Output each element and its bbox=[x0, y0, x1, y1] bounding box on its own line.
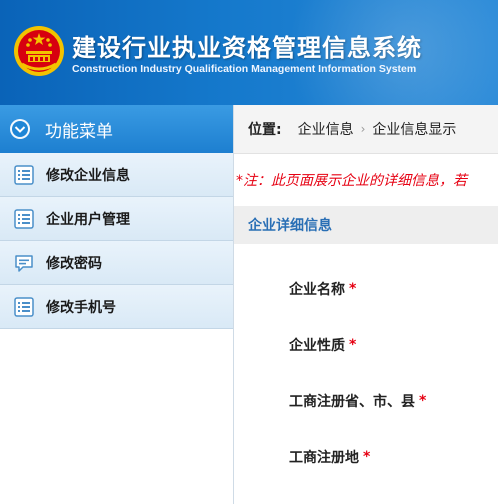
national-emblem-icon bbox=[12, 24, 66, 78]
field-label: 企业名称 bbox=[289, 282, 345, 298]
system-title: 建设行业执业资格管理信息系统 bbox=[72, 34, 422, 62]
breadcrumb-label: 位置: bbox=[248, 122, 282, 138]
breadcrumb: 位置: 企业信息 › 企业信息显示 bbox=[234, 105, 498, 154]
field-registration-address: 工商注册地 * bbox=[234, 429, 498, 485]
notice-text: *注：此页面展示企业的详细信息，若 bbox=[236, 173, 467, 189]
list-icon bbox=[14, 164, 34, 185]
breadcrumb-separator: › bbox=[360, 122, 366, 136]
sidebar-item-label: 修改企业信息 bbox=[46, 167, 130, 184]
menu-header[interactable]: 功能菜单 bbox=[0, 105, 233, 153]
chevron-down-circle-icon[interactable] bbox=[9, 118, 31, 140]
app-header: 建设行业执业资格管理信息系统 Construction Industry Qua… bbox=[0, 0, 498, 105]
sidebar-item-label: 修改手机号 bbox=[46, 299, 116, 316]
required-mark: * bbox=[349, 337, 357, 353]
section-title: 企业详细信息 bbox=[234, 206, 498, 244]
field-label: 工商注册地 bbox=[289, 450, 359, 466]
sidebar-item-label: 修改密码 bbox=[46, 255, 102, 272]
main-content: 位置: 企业信息 › 企业信息显示 *注：此页面展示企业的详细信息，若 企业详细… bbox=[234, 105, 498, 504]
required-mark: * bbox=[363, 449, 371, 465]
sidebar-item-change-password[interactable]: 修改密码 bbox=[0, 241, 233, 285]
menu-title: 功能菜单 bbox=[45, 121, 113, 142]
list-icon bbox=[14, 296, 34, 317]
sidebar-item-company-users[interactable]: 企业用户管理 bbox=[0, 197, 233, 241]
breadcrumb-item-company-display: 企业信息显示 bbox=[372, 122, 457, 138]
list-icon bbox=[14, 208, 34, 229]
required-mark: * bbox=[419, 393, 427, 409]
field-company-type: 企业性质 * bbox=[234, 317, 498, 373]
required-mark: * bbox=[349, 281, 357, 297]
sidebar-item-label: 企业用户管理 bbox=[46, 211, 130, 228]
sidebar: 功能菜单 修改企业信息 企业用户管理 修改密码 修改手机号 bbox=[0, 105, 234, 504]
field-registration-region: 工商注册省、市、县 * bbox=[234, 373, 498, 429]
breadcrumb-item-company-info[interactable]: 企业信息 bbox=[298, 119, 354, 139]
sidebar-item-edit-company[interactable]: 修改企业信息 bbox=[0, 153, 233, 197]
system-subtitle: Construction Industry Qualification Mana… bbox=[72, 63, 417, 75]
field-label: 企业性质 bbox=[289, 338, 345, 354]
field-label: 工商注册省、市、县 bbox=[289, 394, 415, 410]
sidebar-item-change-phone[interactable]: 修改手机号 bbox=[0, 285, 233, 329]
message-icon bbox=[14, 253, 34, 273]
field-company-name: 企业名称 * bbox=[234, 261, 498, 317]
